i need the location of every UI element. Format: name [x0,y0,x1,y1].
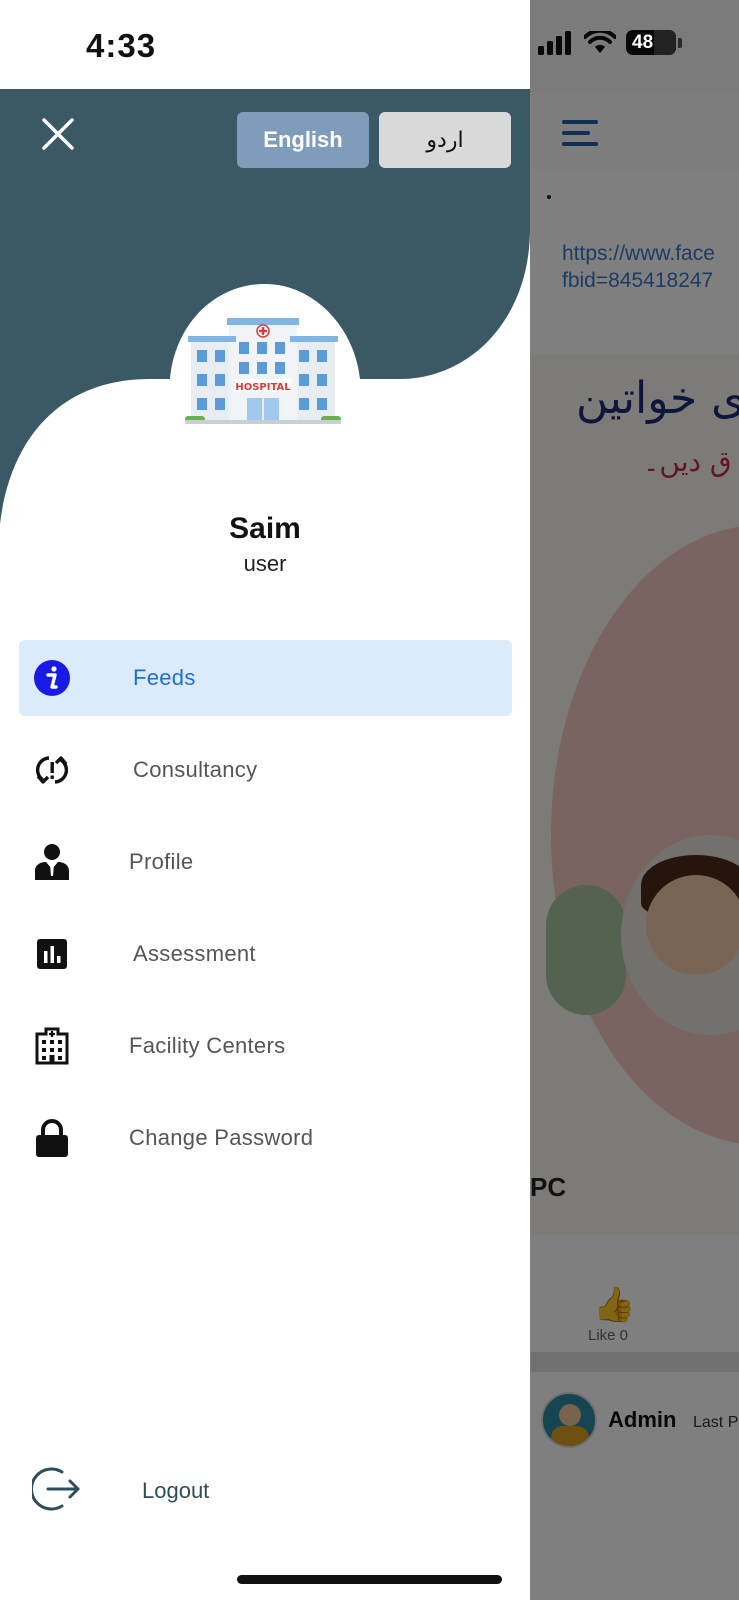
battery-nub [678,37,682,48]
menu-label-consultancy: Consultancy [133,757,258,782]
poster-title-urdu: ی خواتین [576,373,739,424]
like-count: Like 0 [588,1327,629,1344]
post-meta: Last P [693,1414,739,1431]
bar-chart-icon [33,935,71,973]
post-image: ی خواتین ق دیں۔ [531,355,739,1235]
status-bar: 4:33 [0,0,530,89]
menu-item-profile[interactable]: Profile [19,824,512,900]
menu-item-change-password[interactable]: Change Password [19,1100,512,1176]
next-post-header: Admin Last P [531,1372,739,1472]
user-name: Saim [229,512,301,545]
language-english-button[interactable]: English [237,112,369,168]
cellular-signal-icon [538,30,571,55]
home-indicator [237,1575,502,1584]
logout-label: Logout [142,1478,210,1503]
menu-label-feeds: Feeds [133,665,196,690]
post-author: Admin [608,1407,677,1432]
info-icon [33,659,71,697]
hamburger-menu-icon [562,120,598,146]
post-text-dot [547,195,551,199]
poster-face [646,875,739,975]
poster-logo: PC [530,1172,567,1202]
menu-label-change-password: Change Password [129,1125,314,1150]
menu-label-assessment: Assessment [133,941,256,966]
post-link-line-2: fbid=845418247 [562,269,714,292]
sync-alert-icon [33,751,71,789]
avatar [541,1392,597,1448]
lock-icon [33,1119,71,1157]
post-link: https://www.face fbid=845418247 [562,240,739,294]
navigation-drawer: 4:33 English اردو HOSPITAL Saim user Fee… [0,0,530,1600]
poster-bush [546,885,626,1015]
hospital-icon: HOSPITAL [185,318,341,424]
close-icon [42,118,74,150]
battery-indicator: 48 [626,30,676,55]
menu-item-assessment[interactable]: Assessment [19,916,512,992]
post-link-line-1: https://www.face [562,242,715,265]
poster-subtitle-urdu: ق دیں۔ [643,445,732,478]
close-button[interactable] [36,112,80,156]
menu-item-feeds[interactable]: Feeds [19,640,512,716]
post-separator [531,1352,739,1372]
menu-label-profile: Profile [129,849,194,874]
post-actions: 👍 Like 0 [531,1235,739,1350]
menu-label-facility-centers: Facility Centers [129,1033,286,1058]
logout-button[interactable]: Logout [30,1462,330,1518]
building-icon [33,1027,71,1065]
menu-item-consultancy[interactable]: Consultancy [19,732,512,808]
status-time: 4:33 [86,27,157,64]
status-indicators: 48 [538,30,682,55]
battery-level: 48 [632,31,654,53]
user-role: user [243,551,287,576]
logout-icon [32,1467,80,1511]
svg-text:HOSPITAL: HOSPITAL [235,382,291,393]
thumbs-up-icon: 👍 [593,1286,636,1324]
wifi-icon [584,30,616,53]
person-suit-icon [33,843,71,881]
menu-item-facility-centers[interactable]: Facility Centers [19,1008,512,1084]
language-urdu-button[interactable]: اردو [379,112,511,168]
